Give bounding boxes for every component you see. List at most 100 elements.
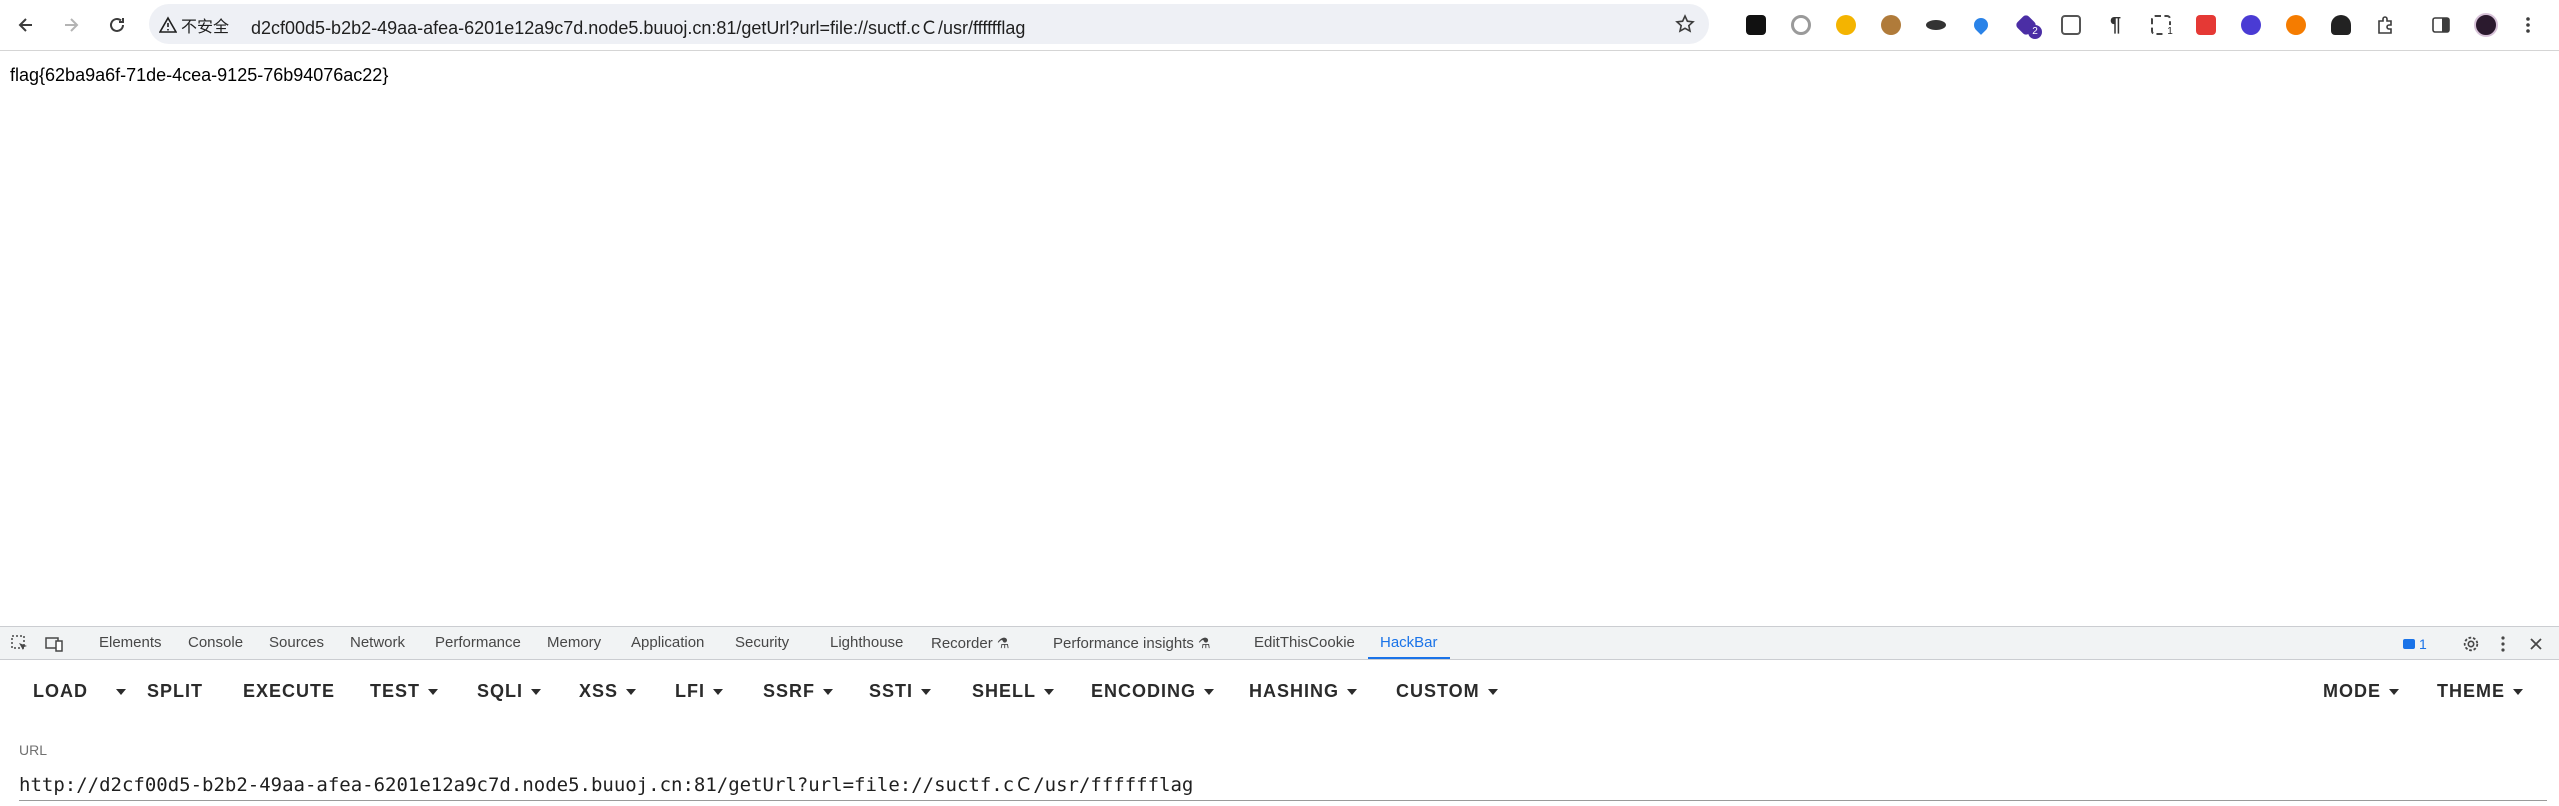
chevron-down-icon bbox=[2389, 689, 2399, 696]
ssrf-menu-button[interactable]: SSRF bbox=[763, 677, 834, 705]
load-dropdown-button[interactable] bbox=[108, 677, 126, 705]
devtools-settings-button[interactable] bbox=[2460, 633, 2482, 655]
execute-button[interactable]: EXECUTE bbox=[243, 677, 335, 705]
chevron-down-icon bbox=[116, 689, 126, 696]
forward-button[interactable] bbox=[55, 9, 87, 41]
extension-button[interactable] bbox=[2228, 10, 2273, 40]
hashing-menu-button[interactable]: HASHING bbox=[1249, 677, 1358, 705]
bookmark-star-icon[interactable] bbox=[1675, 14, 1695, 34]
extension-button[interactable]: ¶ bbox=[2093, 10, 2138, 40]
red-ext-icon bbox=[2195, 15, 2216, 35]
extensions-menu-button[interactable] bbox=[2363, 10, 2408, 40]
gear-icon bbox=[2463, 636, 2479, 652]
issues-counter[interactable]: 1 bbox=[2403, 633, 2427, 655]
xss-label: XSS bbox=[579, 681, 619, 701]
extension-button[interactable] bbox=[2273, 10, 2318, 40]
tab-sources[interactable]: Sources bbox=[269, 627, 324, 659]
tab-security[interactable]: Security bbox=[735, 627, 789, 659]
load-button[interactable]: LOAD bbox=[33, 677, 88, 705]
chevron-down-icon bbox=[1044, 689, 1055, 696]
browser-menu-button[interactable] bbox=[2512, 10, 2544, 40]
hashing-label: HASHING bbox=[1249, 681, 1340, 701]
issues-count: 1 bbox=[2419, 636, 2427, 652]
extension-button[interactable]: 1 bbox=[2138, 10, 2183, 40]
tab-recorder-label: Recorder bbox=[931, 635, 993, 652]
back-button[interactable] bbox=[10, 9, 42, 41]
pilcrow-icon: ¶ bbox=[2109, 13, 2122, 36]
tab-console[interactable]: Console bbox=[188, 627, 243, 659]
lfi-menu-button[interactable]: LFI bbox=[675, 677, 723, 705]
chevron-down-icon bbox=[823, 689, 834, 696]
ssti-label: SSTI bbox=[869, 681, 914, 701]
arrow-left-icon bbox=[18, 18, 32, 32]
ssti-menu-button[interactable]: SSTI bbox=[869, 677, 932, 705]
extension-badge: 1 bbox=[2163, 25, 2177, 39]
reload-icon bbox=[110, 17, 124, 32]
reload-button[interactable] bbox=[101, 9, 133, 41]
theme-label: THEME bbox=[2437, 681, 2505, 701]
tab-editthiscookie[interactable]: EditThisCookie bbox=[1254, 627, 1355, 659]
sqli-menu-button[interactable]: SQLI bbox=[477, 677, 542, 705]
xss-menu-button[interactable]: XSS bbox=[579, 677, 637, 705]
kebab-menu-icon bbox=[2501, 636, 2505, 652]
browser-toolbar: 不安全 d2cf00d5-b2b2-49aa-afea-6201e12a9c7d… bbox=[0, 0, 2559, 51]
tab-network[interactable]: Network bbox=[350, 627, 405, 659]
avatar-icon bbox=[2474, 13, 2498, 37]
extension-button[interactable] bbox=[2048, 10, 2093, 40]
chevron-down-icon bbox=[2513, 689, 2523, 696]
device-toolbar-icon[interactable] bbox=[44, 634, 64, 654]
url-input[interactable]: http://d2cf00d5-b2b2-49aa-afea-6201e12a9… bbox=[19, 767, 2547, 801]
tab-application[interactable]: Application bbox=[631, 627, 704, 659]
chevron-down-icon bbox=[1347, 689, 1358, 696]
profile-avatar[interactable] bbox=[2470, 10, 2502, 40]
tab-performance-insights[interactable]: Performance insights ⚗ bbox=[1053, 627, 1210, 659]
tab-memory[interactable]: Memory bbox=[547, 627, 601, 659]
spy-icon bbox=[2330, 15, 2351, 35]
address-bar[interactable]: 不安全 d2cf00d5-b2b2-49aa-afea-6201e12a9c7d… bbox=[149, 4, 1709, 44]
extension-button[interactable] bbox=[1958, 10, 2003, 40]
close-icon bbox=[2530, 638, 2542, 650]
encoding-menu-button[interactable]: ENCODING bbox=[1091, 677, 1215, 705]
tab-performance-insights-label: Performance insights bbox=[1053, 635, 1194, 652]
encoding-label: ENCODING bbox=[1091, 681, 1197, 701]
test-label: TEST bbox=[370, 681, 421, 701]
split-button[interactable]: SPLIT bbox=[147, 677, 203, 705]
tab-recorder[interactable]: Recorder ⚗ bbox=[931, 627, 1009, 659]
theme-menu-button[interactable]: THEME bbox=[2437, 677, 2523, 705]
url-field-label: URL bbox=[19, 742, 48, 758]
shell-menu-button[interactable]: SHELL bbox=[972, 677, 1055, 705]
side-panel-button[interactable] bbox=[2425, 10, 2457, 40]
location-pin-icon bbox=[1970, 15, 1991, 35]
extension-button[interactable] bbox=[1778, 10, 1823, 40]
tab-hackbar[interactable]: HackBar bbox=[1368, 627, 1450, 659]
chevron-down-icon bbox=[1204, 689, 1215, 696]
extension-button[interactable]: 2 bbox=[2003, 10, 2048, 40]
security-indicator[interactable]: 不安全 bbox=[159, 13, 229, 37]
arrow-right-icon bbox=[65, 18, 79, 32]
extension-button[interactable] bbox=[1913, 10, 1958, 40]
chevron-down-icon bbox=[626, 689, 637, 696]
url-input-value[interactable]: http://d2cf00d5-b2b2-49aa-afea-6201e12a9… bbox=[19, 770, 1193, 797]
inspect-element-icon[interactable] bbox=[10, 634, 30, 654]
extension-button[interactable] bbox=[2318, 10, 2363, 40]
devtools-close-button[interactable] bbox=[2527, 633, 2545, 655]
tab-elements[interactable]: Elements bbox=[99, 627, 162, 659]
extension-button[interactable] bbox=[1868, 10, 1913, 40]
devtools-menu-button[interactable] bbox=[2495, 633, 2511, 655]
mode-menu-button[interactable]: MODE bbox=[2323, 677, 2399, 705]
url-text[interactable]: d2cf00d5-b2b2-49aa-afea-6201e12a9c7d.nod… bbox=[251, 14, 1025, 40]
warning-icon bbox=[159, 16, 177, 33]
sqli-label: SQLI bbox=[477, 681, 524, 701]
test-menu-button[interactable]: TEST bbox=[370, 677, 439, 705]
blue-ext-icon bbox=[2240, 15, 2261, 35]
extension-button[interactable] bbox=[2183, 10, 2228, 40]
cookie-icon bbox=[1835, 15, 1856, 35]
extension-button[interactable] bbox=[1823, 10, 1868, 40]
tab-performance[interactable]: Performance bbox=[435, 627, 521, 659]
extension-button[interactable] bbox=[1733, 10, 1778, 40]
custom-menu-button[interactable]: CUSTOM bbox=[1396, 677, 1498, 705]
puzzle-icon bbox=[2377, 16, 2392, 34]
tab-lighthouse[interactable]: Lighthouse bbox=[830, 627, 903, 659]
side-panel-icon bbox=[2432, 17, 2450, 33]
security-label: 不安全 bbox=[181, 19, 230, 36]
